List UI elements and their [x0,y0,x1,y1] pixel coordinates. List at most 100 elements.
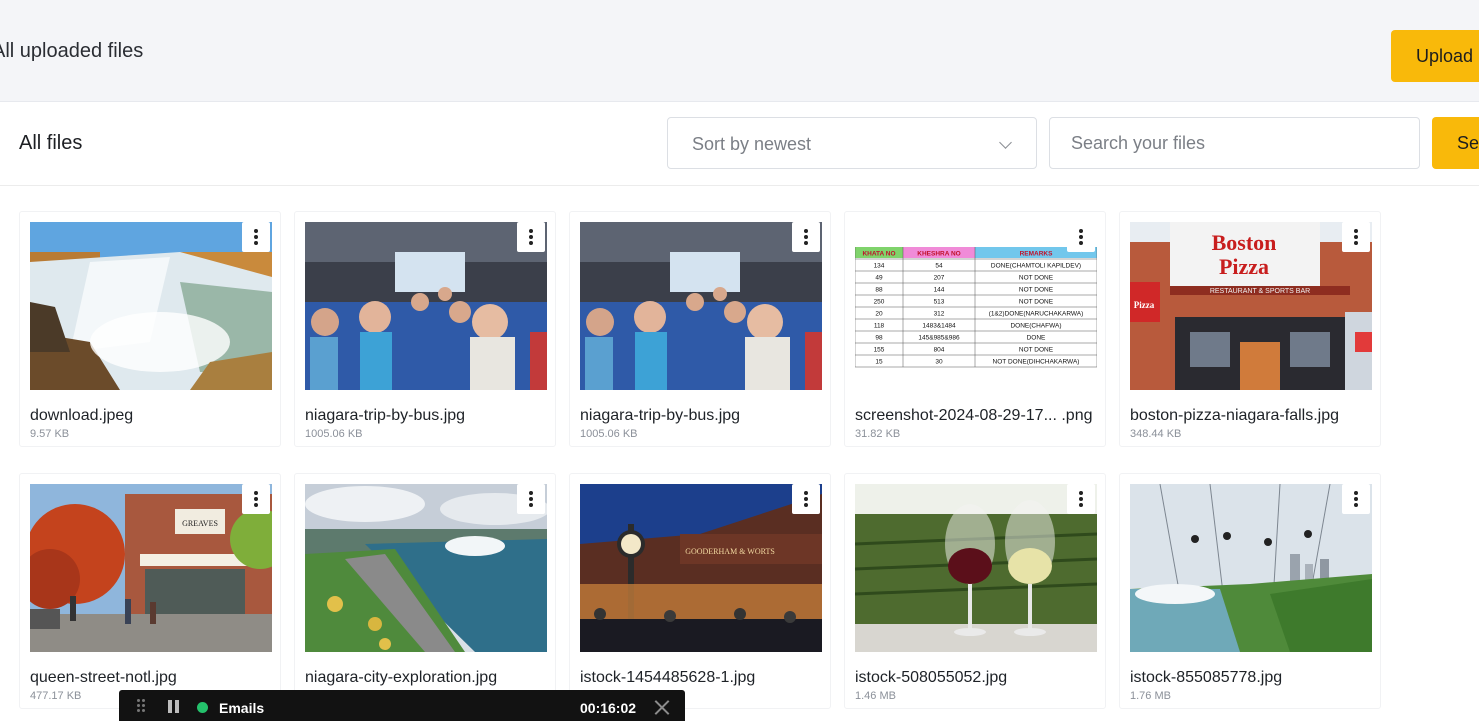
pause-icon[interactable] [168,700,180,713]
table-cell-text: NOT DONE [1019,275,1054,282]
boston-pizza-image: Boston Pizza RESTAURANT & SPORTS BAR Piz… [1130,222,1372,390]
table-cell-text: 118 [874,323,885,330]
more-options-icon[interactable] [792,222,820,252]
recording-bar: Emails 00:16:02 [119,690,685,721]
file-card[interactable]: niagara-trip-by-bus.jpg 1005.06 KB [294,211,556,447]
more-options-icon[interactable] [242,222,270,252]
table-cell-text: 155 [874,347,885,354]
file-name: niagara-city-exploration.jpg [305,669,498,686]
table-cell-text: 134 [874,263,885,270]
file-card[interactable]: niagara-city-exploration.jpg [294,473,556,709]
file-card[interactable]: istock-855085778.jpg 1.76 MB [1119,473,1381,709]
sign-text-pizza: Pizza [1219,254,1269,279]
more-options-icon[interactable] [792,484,820,514]
file-name: istock-855085778.jpg [1130,669,1283,686]
table-screenshot-image: KHATA NO KHESHRA NO REMARKS 134 54 DONE(CHAMT… [855,222,1097,390]
sort-selected-value: Sort by newest [692,134,812,154]
file-name: screenshot-2024-08-29-17... .png [855,407,1093,424]
table-cell-text: NOT DONE(DIHCHAKARWA) [993,359,1080,366]
table-header-text: REMARKS [1020,251,1054,258]
upload-file-button[interactable]: Upload File [1391,30,1479,82]
sort-select[interactable]: Sort by newest [667,117,1037,169]
file-thumbnail[interactable] [855,484,1097,652]
file-name: istock-508055052.jpg [855,669,1008,686]
file-size: 348.44 KB [1130,428,1182,440]
sign-text-boston: Boston [1212,230,1277,255]
chevron-down-icon [999,136,1012,149]
file-name: niagara-trip-by-bus.jpg [305,407,466,424]
distillery-night-image: GOODERHAM & WORTS [580,484,822,652]
table-cell-text: 513 [934,299,945,306]
file-card[interactable]: GOODERHAM & WORTS istock-1454485628-1.jp… [569,473,831,709]
more-options-icon[interactable] [1342,222,1370,252]
file-size: 9.57 KB [30,428,70,440]
more-options-icon[interactable] [517,222,545,252]
bus-image [305,222,547,390]
bus-image [580,222,822,390]
file-thumbnail[interactable] [30,222,272,390]
file-thumbnail[interactable] [580,222,822,390]
table-header-text: KHESHRA NO [917,251,960,258]
file-size: 1005.06 KB [305,428,363,440]
search-button[interactable]: Search [1432,117,1479,169]
file-thumbnail[interactable] [1130,484,1372,652]
table-cell-text: DONE(CHAMTOLI KAPILDEV) [991,263,1081,270]
close-icon[interactable] [654,699,670,715]
file-thumbnail[interactable]: Boston Pizza RESTAURANT & SPORTS BAR Piz… [1130,222,1372,390]
file-card[interactable]: istock-508055052.jpg 1.46 MB [844,473,1106,709]
table-cell-text: NOT DONE [1019,287,1054,294]
sign-text-gooderham: GOODERHAM & WORTS [685,547,775,556]
file-thumbnail[interactable] [305,484,547,652]
search-input[interactable] [1049,117,1420,169]
table-cell-text: 1483&1484 [922,323,956,330]
file-size: 1005.06 KB [580,428,638,440]
file-card[interactable]: GREAVES queen-street-notl.jpg 477.17 KB [19,473,281,709]
table-cell-text: 250 [874,299,885,306]
wine-glasses-image [855,484,1097,652]
recording-label: Emails [219,700,265,716]
table-cell-text: 144 [934,287,945,294]
table-cell-text: 145&985&986 [918,335,960,342]
sign-text-side: Pizza [1134,300,1155,310]
recording-timer: 00:16:02 [580,700,637,716]
file-card[interactable]: Boston Pizza RESTAURANT & SPORTS BAR Piz… [1119,211,1381,447]
table-cell-text: NOT DONE [1019,347,1054,354]
file-name: boston-pizza-niagara-falls.jpg [1130,407,1339,424]
file-size: 477.17 KB [30,690,82,702]
file-size: 31.82 KB [855,428,901,440]
section-heading: All files [19,132,83,154]
table-cell-text: (1&2)DONE(NARUCHAKARWA) [989,311,1084,318]
more-options-icon[interactable] [517,484,545,514]
zipline-image [1130,484,1372,652]
file-card[interactable]: KHATA NO KHESHRA NO REMARKS 134 54 DONE(CHAMT… [844,211,1106,447]
table-cell-text: DONE(CHAFWA) [1010,323,1061,330]
more-options-icon[interactable] [1342,484,1370,514]
file-name: istock-1454485628-1.jpg [580,669,756,686]
drag-handle-icon[interactable] [137,699,147,713]
files-toolbar: All files Sort by newest Search [0,102,1479,186]
file-size: 1.76 MB [1130,690,1171,702]
table-cell-text: 30 [935,359,943,366]
file-thumbnail[interactable]: KHATA NO KHESHRA NO REMARKS 134 54 DONE(CHAMT… [855,222,1097,390]
file-thumbnail[interactable]: GOODERHAM & WORTS [580,484,822,652]
table-cell-text: 49 [875,275,883,282]
table-header-text: KHATA NO [862,251,895,258]
table-cell-text: 312 [934,311,945,318]
file-thumbnail[interactable]: GREAVES [30,484,272,652]
more-options-icon[interactable] [1067,484,1095,514]
recording-status-icon [197,702,208,713]
waterfall-image [30,222,272,390]
file-card[interactable]: niagara-trip-by-bus.jpg 1005.06 KB [569,211,831,447]
queen-street-image: GREAVES [30,484,272,652]
table-cell-text: 207 [934,275,945,282]
file-name: download.jpeg [30,407,134,424]
table-cell-text: 804 [934,347,945,354]
table-cell-text: 98 [875,335,883,342]
file-card[interactable]: download.jpeg 9.57 KB [19,211,281,447]
more-options-icon[interactable] [242,484,270,514]
page-title: All uploaded files [0,40,144,62]
more-options-icon[interactable] [1067,222,1095,252]
table-cell-text: 54 [935,263,943,270]
table-cell-text: NOT DONE [1019,299,1054,306]
file-thumbnail[interactable] [305,222,547,390]
